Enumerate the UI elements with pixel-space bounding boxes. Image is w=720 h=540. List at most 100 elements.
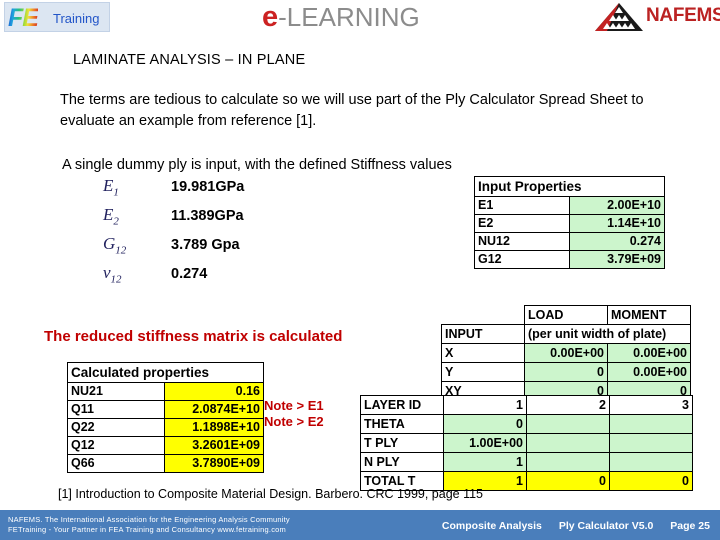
stiffness-values-list: E1 19.981GPa E2 11.389GPa G12 3.789 Gpa … bbox=[103, 176, 303, 292]
table-row: T PLY 1.00E+00 bbox=[360, 433, 693, 453]
cell-layer-3[interactable] bbox=[609, 414, 693, 434]
dummy-ply-paragraph: A single dummy ply is input, with the de… bbox=[62, 157, 452, 173]
value-e2: 11.389GPa bbox=[171, 208, 244, 224]
reduced-stiffness-heading: The reduced stiffness matrix is calculat… bbox=[44, 328, 343, 345]
table-row: G12 3.79E+09 bbox=[474, 250, 665, 269]
cell-layer-2[interactable]: 2 bbox=[526, 395, 610, 415]
cell-value[interactable]: 0.274 bbox=[569, 232, 665, 251]
note-line-2: Note > E2 bbox=[264, 414, 324, 429]
list-item: G12 3.789 Gpa bbox=[103, 234, 303, 263]
cell-layer-2[interactable] bbox=[526, 433, 610, 453]
nafems-triangle-icon bbox=[595, 3, 643, 31]
note-annotation: Note > E1 Note > E2 bbox=[264, 398, 324, 430]
value-nu12: 0.274 bbox=[171, 266, 208, 282]
cell-layer-1[interactable]: 1 bbox=[443, 395, 527, 415]
cell-load[interactable]: 0 bbox=[524, 362, 608, 382]
cell-label: Q22 bbox=[67, 418, 165, 437]
cell-layer-2[interactable]: 0 bbox=[526, 471, 610, 491]
symbol-g12: G12 bbox=[103, 234, 127, 257]
cell-value[interactable]: 3.79E+09 bbox=[569, 250, 665, 269]
nafems-logo: NAFEMS bbox=[594, 2, 720, 32]
calculated-properties-table: Calculated properties NU21 0.16 Q11 2.08… bbox=[67, 362, 264, 473]
cell-value[interactable]: 1.1898E+10 bbox=[164, 418, 264, 437]
row-header-t-ply: T PLY bbox=[360, 433, 444, 453]
input-properties-title: Input Properties bbox=[474, 176, 665, 197]
table-row: Q22 1.1898E+10 bbox=[67, 418, 264, 437]
row-header-n-ply: N PLY bbox=[360, 452, 444, 472]
cell-label: E2 bbox=[474, 214, 570, 233]
elearning-logo-text: -LEARNING bbox=[278, 2, 420, 32]
cell-value[interactable]: 0.16 bbox=[164, 382, 264, 401]
cell-layer-3[interactable] bbox=[609, 433, 693, 453]
table-row: LAYER ID 1 2 3 bbox=[360, 395, 693, 415]
table-row: E2 1.14E+10 bbox=[474, 214, 665, 233]
cell-label: Y bbox=[441, 362, 525, 382]
table-row: Y 0 0.00E+00 bbox=[441, 362, 691, 382]
list-item: E2 11.389GPa bbox=[103, 205, 303, 234]
page-title: LAMINATE ANALYSIS – IN PLANE bbox=[73, 52, 306, 68]
elearning-logo-e: e bbox=[262, 1, 279, 33]
cell-label: NU21 bbox=[67, 382, 165, 401]
cell-label: NU12 bbox=[474, 232, 570, 251]
cell-label: G12 bbox=[474, 250, 570, 269]
footer-course-info: Composite Analysis Ply Calculator V5.0 P… bbox=[428, 520, 710, 532]
row-header-input: INPUT bbox=[441, 324, 525, 344]
symbol-e2: E2 bbox=[103, 205, 119, 228]
cell-label: X bbox=[441, 343, 525, 363]
intro-paragraph: The terms are tedious to calculate so we… bbox=[60, 92, 644, 129]
cell-label: Q66 bbox=[67, 454, 165, 473]
cell-blank bbox=[442, 306, 525, 325]
cell-value[interactable]: 2.00E+10 bbox=[569, 196, 665, 215]
footer-line-2: FETraining - Your Partner in FEA Trainin… bbox=[8, 525, 286, 534]
cell-load[interactable]: 0.00E+00 bbox=[524, 343, 608, 363]
table-row: X 0.00E+00 0.00E+00 bbox=[441, 343, 691, 363]
cell-moment[interactable]: 0.00E+00 bbox=[607, 362, 691, 382]
cell-layer-1[interactable]: 1.00E+00 bbox=[443, 433, 527, 453]
footer-module: Ply Calculator V5.0 bbox=[558, 520, 654, 532]
symbol-e1: E1 bbox=[103, 176, 119, 199]
cell-layer-3[interactable]: 0 bbox=[609, 471, 693, 491]
cell-value[interactable]: 2.0874E+10 bbox=[164, 400, 264, 419]
value-e1: 19.981GPa bbox=[171, 179, 245, 195]
cell-moment[interactable]: 0.00E+00 bbox=[607, 343, 691, 363]
table-row: LOAD MOMENT bbox=[442, 305, 691, 325]
cell-layer-1[interactable]: 1 bbox=[443, 452, 527, 472]
table-row: NU12 0.274 bbox=[474, 232, 665, 251]
table-row: Input Properties bbox=[474, 176, 665, 197]
table-row: INPUT (per unit width of plate) bbox=[441, 324, 691, 344]
fe-logo-letters: FE bbox=[8, 4, 39, 32]
cell-label: E1 bbox=[474, 196, 570, 215]
column-header-load: LOAD bbox=[524, 305, 608, 325]
cell-layer-1[interactable]: 0 bbox=[443, 414, 527, 434]
input-span-note: (per unit width of plate) bbox=[524, 324, 691, 344]
calculated-properties-title: Calculated properties bbox=[67, 362, 264, 383]
row-header-layer-id: LAYER ID bbox=[360, 395, 444, 415]
input-properties-table: Input Properties E1 2.00E+10 E2 1.14E+10… bbox=[474, 176, 665, 269]
nafems-logo-word: NAFEMS bbox=[646, 5, 720, 26]
cell-value[interactable]: 1.14E+10 bbox=[569, 214, 665, 233]
elearning-logo: e-LEARNING bbox=[262, 2, 420, 32]
cell-layer-2[interactable] bbox=[526, 452, 610, 472]
footer-organisation-text: NAFEMS. The International Association fo… bbox=[8, 515, 290, 535]
reference-citation: [1] Introduction to Composite Material D… bbox=[58, 487, 483, 501]
footer-page-number: Page 25 bbox=[670, 520, 710, 532]
layer-properties-table: LAYER ID 1 2 3 THETA 0 T PLY 1.00E+00 N … bbox=[360, 395, 693, 491]
cell-value[interactable]: 3.7890E+09 bbox=[164, 454, 264, 473]
cell-layer-2[interactable] bbox=[526, 414, 610, 434]
table-row: NU21 0.16 bbox=[67, 382, 264, 401]
cell-value[interactable]: 3.2601E+09 bbox=[164, 436, 264, 455]
table-row: THETA 0 bbox=[360, 414, 693, 434]
list-item: E1 19.981GPa bbox=[103, 176, 303, 205]
table-row: Q11 2.0874E+10 bbox=[67, 400, 264, 419]
footer-bar: NAFEMS. The International Association fo… bbox=[0, 510, 720, 540]
column-header-moment: MOMENT bbox=[607, 305, 691, 325]
table-row: Q66 3.7890E+09 bbox=[67, 454, 264, 473]
table-row: Calculated properties bbox=[67, 362, 264, 383]
footer-course: Composite Analysis bbox=[441, 520, 542, 532]
symbol-nu12: ν12 bbox=[103, 263, 122, 286]
cell-layer-3[interactable]: 3 bbox=[609, 395, 693, 415]
table-row: E1 2.00E+10 bbox=[474, 196, 665, 215]
fe-logo-word: Training bbox=[53, 11, 100, 26]
row-header-theta: THETA bbox=[360, 414, 444, 434]
cell-layer-3[interactable] bbox=[609, 452, 693, 472]
